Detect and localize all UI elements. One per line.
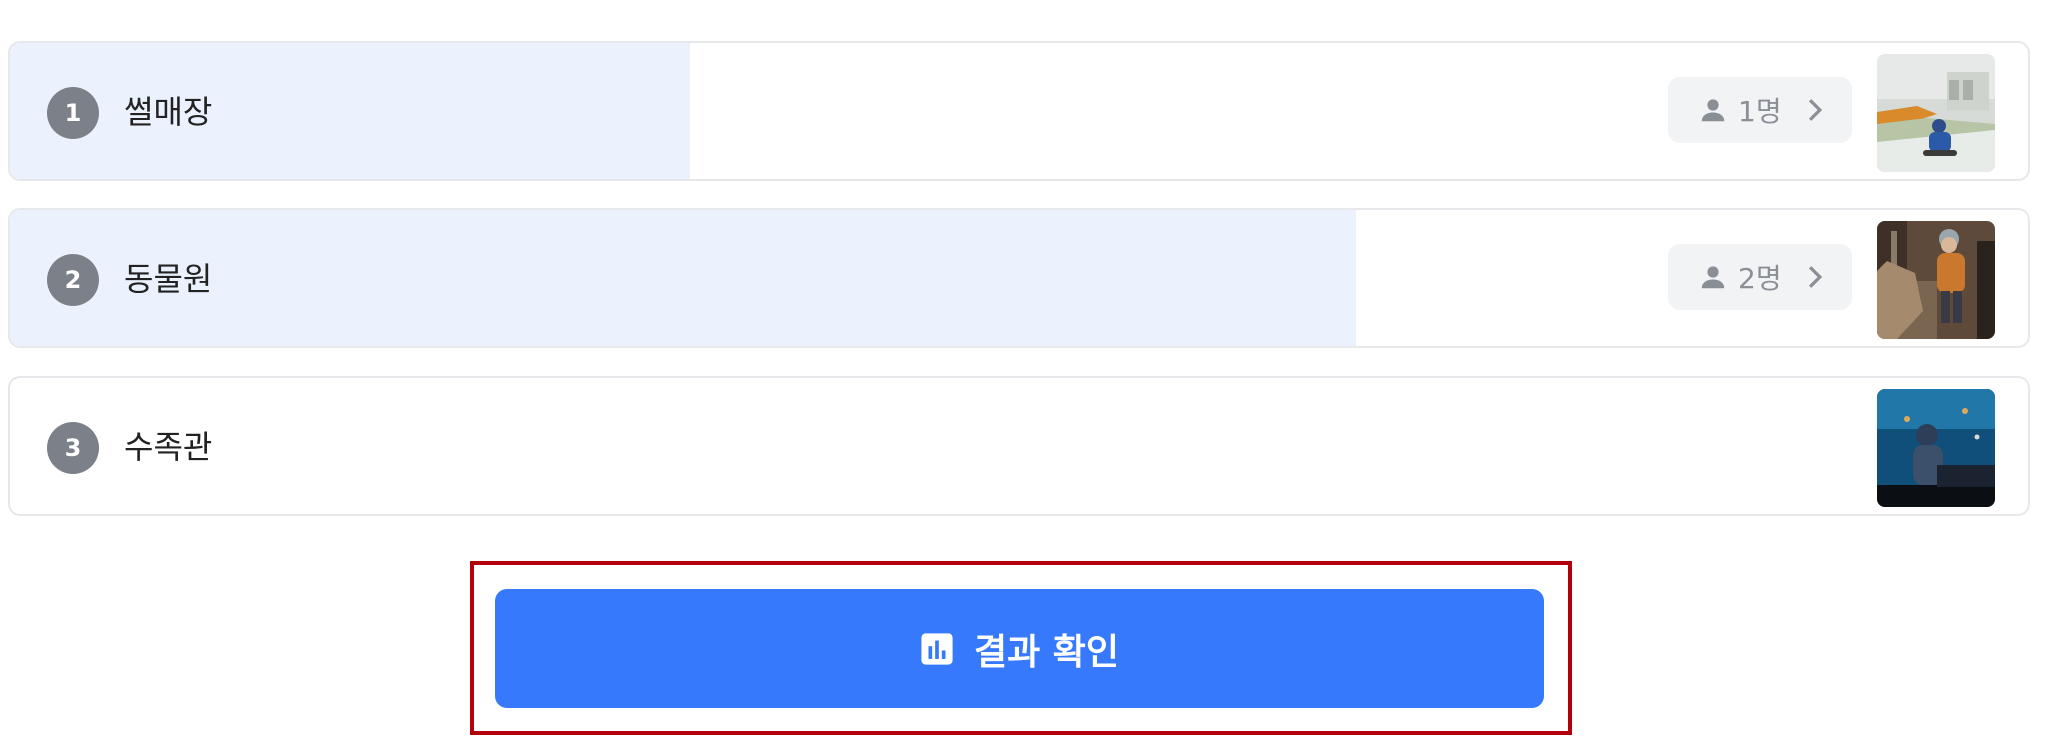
chevron-right-icon [1808,266,1822,288]
voter-count: 1명 [1738,95,1782,128]
poll-option-2[interactable]: 2 동물원 2명 [8,208,2030,348]
poll-results-screen: 1 썰매장 1명 2 동물원 2명 3 수족관 결과 확인 [0,0,2048,739]
voter-count: 2명 [1738,262,1782,295]
option-label: 썰매장 [124,93,213,131]
person-icon [1701,266,1725,289]
option-label: 수족관 [124,428,213,466]
person-icon [1701,99,1725,122]
poll-option-3[interactable]: 3 수족관 [8,376,2030,516]
voters-button[interactable]: 1명 [1668,77,1852,143]
option-thumbnail [1877,54,1995,172]
zoo-photo [1877,221,1995,339]
poll-option-1[interactable]: 1 썰매장 1명 [8,41,2030,181]
voters-button[interactable]: 2명 [1668,244,1852,310]
view-results-label: 결과 확인 [973,631,1119,673]
rank-badge: 2 [47,254,99,306]
chevron-right-icon [1808,99,1822,121]
sledding-photo [1877,54,1995,172]
option-label: 동물원 [124,260,213,298]
rank-badge: 1 [47,87,99,139]
rank-badge: 3 [47,422,99,474]
option-thumbnail [1877,389,1995,507]
option-thumbnail [1877,221,1995,339]
vote-share-bar [10,43,691,179]
bar-chart-icon [921,632,953,665]
view-results-button[interactable]: 결과 확인 [495,589,1544,708]
aquarium-photo [1877,389,1995,507]
